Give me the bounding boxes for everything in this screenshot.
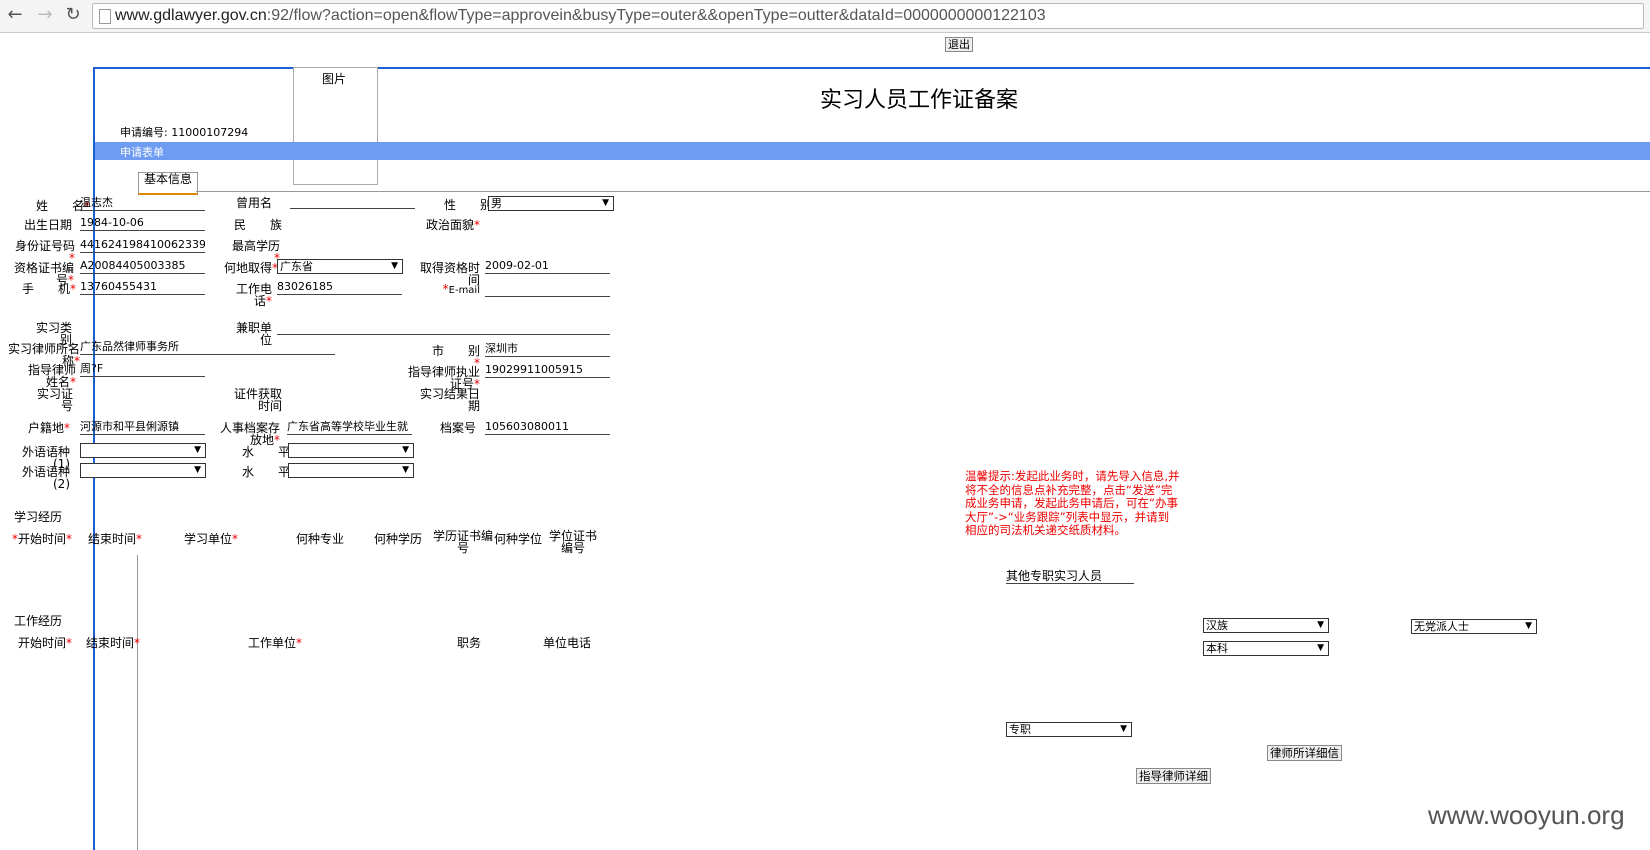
political-select[interactable]: 无党派人士 ▼ xyxy=(1411,619,1537,634)
work-header-company: 工作单位* xyxy=(248,636,303,650)
political-label: 政治面貌* xyxy=(425,218,480,232)
where-label: 何地取得* xyxy=(223,261,278,275)
former-name-field[interactable] xyxy=(290,194,415,209)
lang1-select[interactable]: ▼ xyxy=(80,443,206,458)
mobile-label: 手 机* xyxy=(21,282,76,296)
study-header-cert-no: 学历证书编号 xyxy=(432,529,493,555)
study-header-major: 何种专业 xyxy=(296,532,345,546)
mentor-field[interactable]: 周?F xyxy=(80,362,205,377)
work-header-position: 职务 xyxy=(457,636,482,650)
watermark: www.wooyun.org xyxy=(1428,800,1625,830)
url-text: www.gdlawyer.gov.cn:92/flow?action=open&… xyxy=(115,7,1046,24)
hukou-label: 户籍地* xyxy=(27,421,70,435)
study-header-degree-type: 何种学历 xyxy=(374,532,423,546)
browser-toolbar: ← → ↻ www.gdlawyer.gov.cn:92/flow?action… xyxy=(0,0,1650,33)
mentor-license-field[interactable]: 19029911005915 xyxy=(485,363,610,378)
where-select[interactable]: 广东省 ▼ xyxy=(277,259,403,274)
city-field[interactable]: 深圳市 xyxy=(485,342,610,357)
work-header-phone: 单位电话 xyxy=(543,636,592,650)
gender-label: 性 别 xyxy=(443,198,492,212)
work-phone-field[interactable]: 83026185 xyxy=(277,280,402,295)
back-arrow-icon[interactable]: ← xyxy=(4,4,26,26)
intern-cert-label: 实习证号 xyxy=(36,387,73,413)
level1-select[interactable]: ▼ xyxy=(288,443,414,458)
former-name-label: 曾用名 xyxy=(235,196,272,210)
cert-no-field[interactable]: A20084405003385 xyxy=(80,259,205,274)
hint-text: 温馨提示:发起此业务时，请先导入信息,并将不全的信息点补充完整，点击“发送”完成… xyxy=(965,469,1180,537)
ethnic-select[interactable]: 汉族 ▼ xyxy=(1203,618,1329,633)
email-field[interactable] xyxy=(485,282,610,297)
cert-get-time-label: 证件获取时间 xyxy=(233,387,282,413)
study-section-label: 学习经历 xyxy=(14,510,63,524)
mobile-field[interactable]: 13760455431 xyxy=(80,280,205,295)
section-band: 申请表单 xyxy=(95,142,1650,160)
lang2-label: 外语语种(2) xyxy=(21,465,70,491)
birth-field[interactable]: 1984-10-06 xyxy=(80,216,205,231)
firm-field[interactable]: 广东品然律师事务所 xyxy=(80,340,335,355)
work-phone-label: 工作电话* xyxy=(235,282,272,308)
name-field[interactable]: 温志杰 xyxy=(80,196,205,211)
frame-left-border xyxy=(93,67,95,850)
mentor-detail-button[interactable]: 指导律师详细 xyxy=(1136,768,1211,784)
gender-select[interactable]: 男 ▼ xyxy=(488,196,614,211)
work-section-label: 工作经历 xyxy=(14,614,63,628)
application-number: 申请编号: 11000107294 xyxy=(120,126,249,139)
page-title: 实习人员工作证备案 xyxy=(820,88,1019,113)
level1-label: 水 平 xyxy=(241,445,290,459)
email-label: *E-mail xyxy=(442,282,480,296)
study-header-start: *开始时间* xyxy=(12,532,73,546)
exit-button[interactable]: 退出 xyxy=(945,37,973,52)
address-bar[interactable]: www.gdlawyer.gov.cn:92/flow?action=open&… xyxy=(92,3,1644,29)
study-header-school: 学习单位* xyxy=(184,532,239,546)
photo-box[interactable]: 图片 xyxy=(293,67,378,185)
archive-label: 人事档案存放地* xyxy=(220,421,281,447)
level2-select[interactable]: ▼ xyxy=(288,463,414,478)
photo-label: 图片 xyxy=(322,72,347,86)
work-header-start: 开始时间* xyxy=(18,636,73,650)
archive-field[interactable]: 广东省高等学校毕业生就 xyxy=(287,420,412,435)
tab-divider xyxy=(196,191,1650,192)
birth-label: 出生日期 xyxy=(23,218,72,232)
lang2-select[interactable]: ▼ xyxy=(80,463,206,478)
page-icon xyxy=(99,9,111,24)
forward-arrow-icon[interactable]: → xyxy=(34,4,56,26)
mentor-label: 指导律师姓名* xyxy=(27,363,76,389)
study-header-degree: 何种学位 xyxy=(494,532,543,546)
archive-no-field[interactable]: 105603080011 xyxy=(485,420,610,435)
other-intern-field[interactable]: 其他专职实习人员 xyxy=(1006,569,1134,584)
work-header-end: 结束时间* xyxy=(86,636,141,650)
archive-no-label: 档案号 xyxy=(439,421,476,435)
ethnic-label: 民 族 xyxy=(233,218,282,232)
education-select[interactable]: 本科 ▼ xyxy=(1203,641,1329,656)
firm-detail-button[interactable]: 律师所详细信 xyxy=(1267,745,1342,761)
reload-icon[interactable]: ↻ xyxy=(62,4,84,26)
study-header-degree-cert: 学位证书编号 xyxy=(548,529,597,555)
id-field[interactable]: 441624198410062339 xyxy=(80,238,205,253)
hukou-field[interactable]: 河源市和平县俐源镇 xyxy=(80,420,205,435)
intern-end-label: 实习结果日期 xyxy=(419,387,480,413)
column-divider xyxy=(137,555,138,850)
cert-time-field[interactable]: 2009-02-01 xyxy=(485,259,610,274)
part-time-field[interactable] xyxy=(277,320,610,335)
tab-basic-info[interactable]: 基本信息 xyxy=(138,172,198,195)
level2-label: 水 平 xyxy=(241,465,290,479)
fulltime-select[interactable]: 专职 ▼ xyxy=(1006,722,1132,737)
study-header-end: 结束时间* xyxy=(88,532,143,546)
